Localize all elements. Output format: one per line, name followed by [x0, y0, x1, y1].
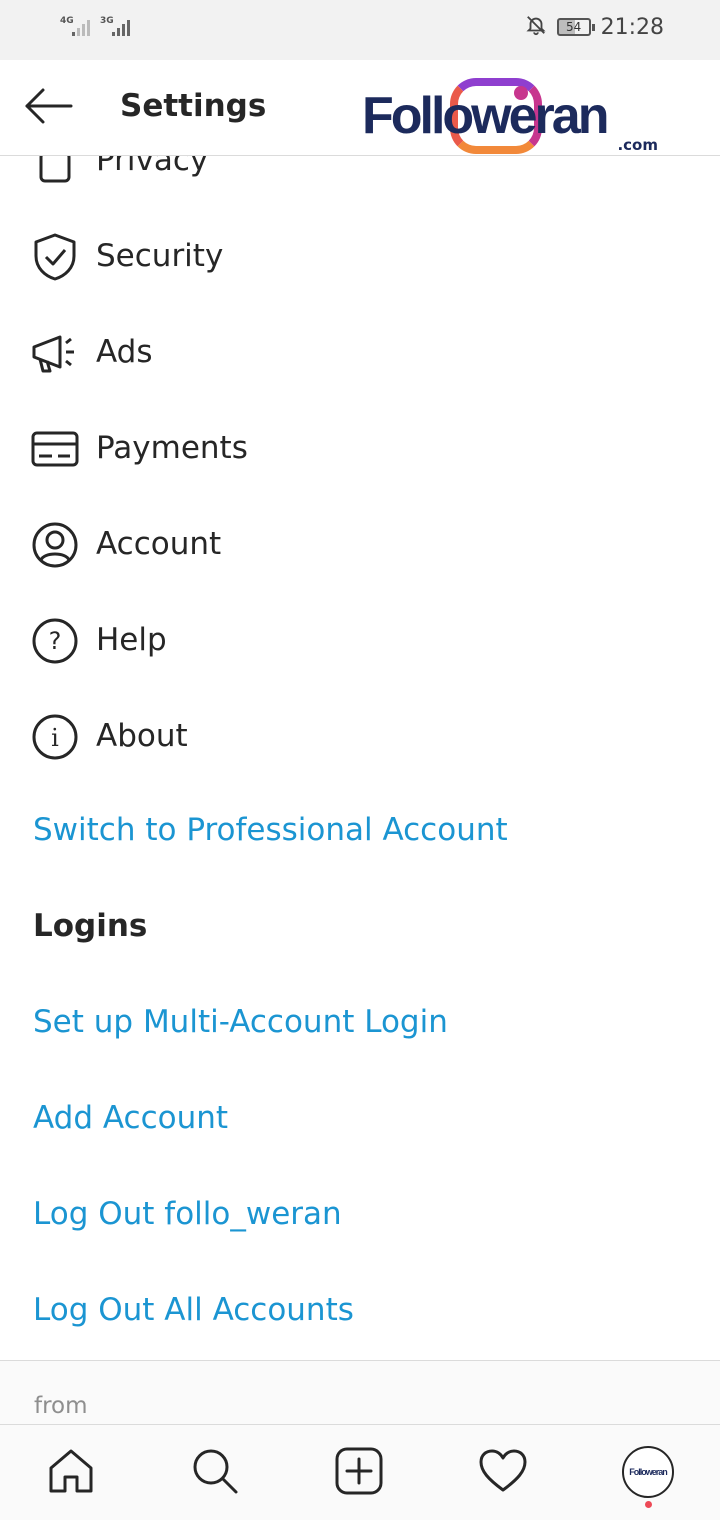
nav-home-button[interactable]: [41, 1443, 101, 1503]
menu-item-about[interactable]: i About: [0, 688, 720, 784]
page-title: Settings: [120, 88, 267, 124]
brand-text: Followeran: [362, 87, 609, 145]
from-label: from: [34, 1393, 88, 1419]
menu-item-help[interactable]: ? Help: [0, 592, 720, 688]
user-circle-icon: [30, 520, 80, 570]
nav-activity-button[interactable]: [473, 1443, 533, 1503]
battery-level: 54: [565, 20, 582, 34]
menu-item-payments[interactable]: Payments: [0, 400, 720, 496]
status-right: 54 21:28: [525, 14, 664, 40]
battery-icon: 54: [556, 18, 595, 36]
question-circle-icon: ?: [30, 616, 80, 666]
new-post-icon: [334, 1446, 384, 1500]
activity-heart-icon: [478, 1448, 528, 1498]
clock: 21:28: [600, 14, 664, 40]
settings-screen: 4G 3G 54 21:28 Privacy Security Ads Paym…: [0, 0, 720, 1520]
logout-user-link[interactable]: Log Out follo_weran: [33, 1196, 342, 1232]
brand-watermark-logo: Followeran .com: [362, 74, 662, 158]
menu-item-label: Ads: [96, 334, 153, 370]
info-circle-icon: i: [30, 712, 80, 762]
nav-profile-avatar[interactable]: Followeran: [622, 1446, 674, 1498]
menu-item-label: Payments: [96, 430, 248, 466]
back-arrow-icon: [23, 86, 73, 130]
avatar-logo-text: Followeran: [629, 1467, 668, 1477]
menu-item-label: Account: [96, 526, 222, 562]
menu-item-label: Help: [96, 622, 167, 658]
top-app-bar: Settings Followeran .com: [0, 60, 720, 156]
home-icon: [46, 1446, 96, 1500]
bottom-navigation: Followeran: [0, 1424, 720, 1520]
menu-item-label: About: [96, 718, 188, 754]
back-button[interactable]: [20, 84, 76, 132]
logout-all-link[interactable]: Log Out All Accounts: [33, 1292, 354, 1328]
logins-section-title: Logins: [33, 908, 148, 944]
credit-card-icon: [30, 424, 80, 474]
signal-icon-1: [72, 20, 90, 36]
switch-professional-link[interactable]: Switch to Professional Account: [33, 812, 508, 848]
settings-footer: from: [0, 1360, 720, 1424]
svg-text:i: i: [51, 724, 59, 752]
search-icon: [190, 1446, 240, 1500]
signal-icon-2: [112, 20, 130, 36]
notification-dot: [645, 1501, 652, 1508]
nav-new-post-button[interactable]: [329, 1443, 389, 1503]
mute-bell-icon: [525, 14, 547, 40]
menu-item-ads[interactable]: Ads: [0, 304, 720, 400]
add-account-link[interactable]: Add Account: [33, 1100, 228, 1136]
megaphone-icon: [30, 328, 80, 378]
shield-check-icon: [30, 232, 80, 282]
svg-text:?: ?: [49, 627, 62, 655]
status-bar: 4G 3G 54 21:28: [0, 0, 720, 60]
brand-suffix: .com: [617, 136, 658, 154]
menu-item-label: Security: [96, 238, 224, 274]
menu-item-security[interactable]: Security: [0, 208, 720, 304]
menu-item-account[interactable]: Account: [0, 496, 720, 592]
multi-account-login-link[interactable]: Set up Multi-Account Login: [33, 1004, 448, 1040]
nav-search-button[interactable]: [185, 1443, 245, 1503]
